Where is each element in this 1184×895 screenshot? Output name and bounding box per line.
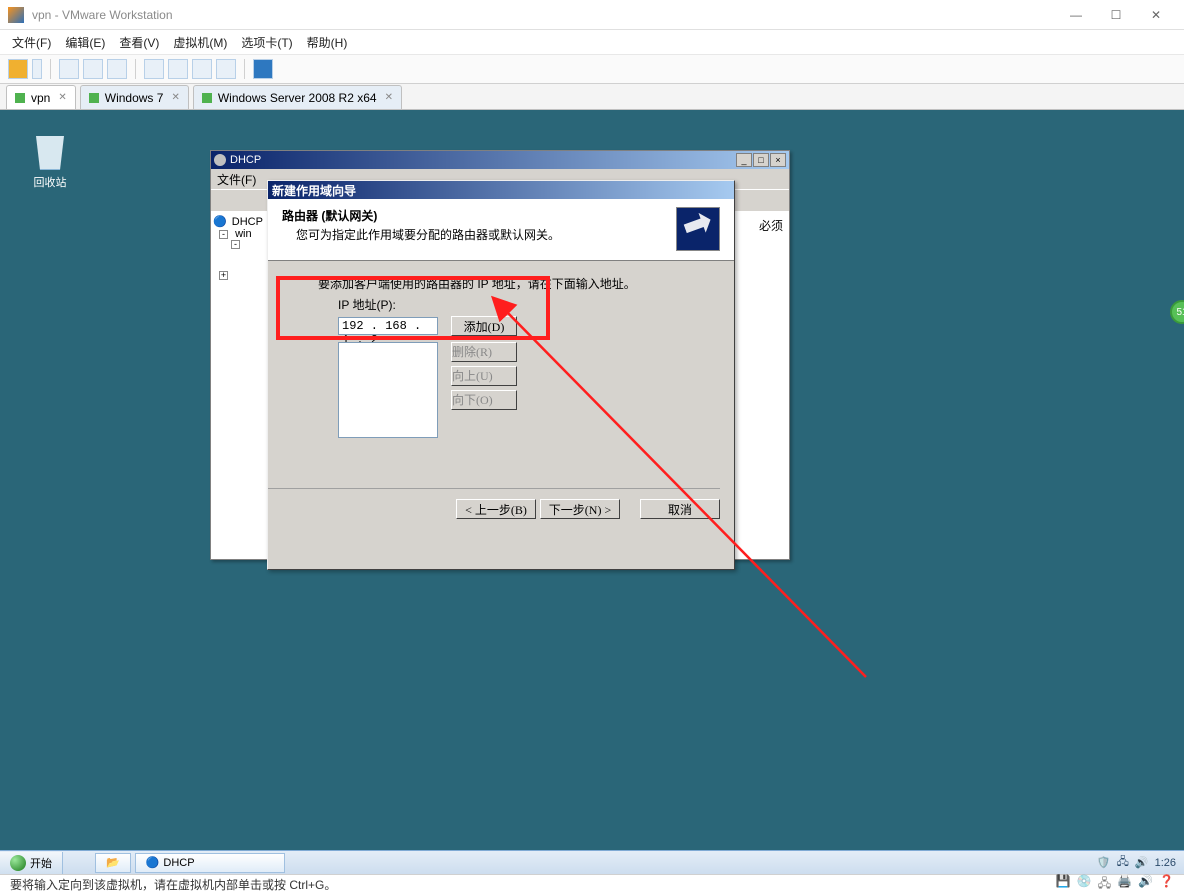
- annotation-highlight-box: [276, 276, 550, 340]
- vmware-status-text: 要将输入定向到该虚拟机，请在虚拟机内部单击或按 Ctrl+G。: [10, 876, 336, 893]
- vmware-titlebar: vpn - VMware Workstation — ☐ ✕: [0, 0, 1184, 30]
- status-device-icon[interactable]: 💿: [1077, 874, 1092, 895]
- maximize-button[interactable]: ☐: [1096, 0, 1136, 30]
- toolbar-separator: [50, 59, 51, 79]
- tree-node-server[interactable]: - win: [219, 228, 268, 240]
- toolbar-icon-7[interactable]: [216, 59, 236, 79]
- wizard-footer: < 上一步(B) 下一步(N) > 取消: [268, 488, 720, 519]
- vm-tab-vpn[interactable]: vpn ✕: [6, 85, 76, 109]
- vmware-logo-icon: [8, 7, 24, 23]
- vm-running-icon: [89, 93, 99, 103]
- recycle-bin-label: 回收站: [20, 174, 80, 190]
- toolbar-icon-1[interactable]: [59, 59, 79, 79]
- recycle-bin[interactable]: 回收站: [20, 130, 80, 190]
- menu-edit[interactable]: 编辑(E): [65, 34, 105, 51]
- move-down-button[interactable]: 向下(O): [451, 390, 517, 410]
- dhcp-window-controls: _ □ ×: [736, 153, 786, 167]
- tray-volume-icon[interactable]: 🔊: [1135, 856, 1149, 869]
- vm-running-icon: [15, 93, 25, 103]
- menu-file[interactable]: 文件(F): [12, 34, 51, 51]
- cancel-button[interactable]: 取消: [640, 499, 720, 519]
- toolbar-fullscreen-icon[interactable]: [253, 59, 273, 79]
- recycle-bin-icon: [30, 130, 70, 170]
- vmware-menubar: 文件(F) 编辑(E) 查看(V) 虚拟机(M) 选项卡(T) 帮助(H): [0, 30, 1184, 54]
- vm-tab-label: Windows Server 2008 R2 x64: [218, 91, 377, 105]
- guest-desktop[interactable]: 回收站 DHCP _ □ × 文件(F) 🔵 DHCP - win - + 必须: [0, 110, 1184, 874]
- minimize-button[interactable]: —: [1056, 0, 1096, 30]
- menu-vm[interactable]: 虚拟机(M): [173, 34, 227, 51]
- tree-node-label: win: [235, 228, 252, 240]
- toolbar-icon-2[interactable]: [83, 59, 103, 79]
- wizard-dialog[interactable]: 新建作用域向导 路由器 (默认网关) 您可为指定此作用域要分配的路由器或默认网关…: [267, 180, 735, 570]
- dhcp-right-text: 必须: [759, 217, 783, 234]
- toolbar-icon-6[interactable]: [192, 59, 212, 79]
- menu-help[interactable]: 帮助(H): [307, 34, 348, 51]
- vmware-toolbar: [0, 54, 1184, 84]
- vm-tab-ws2008[interactable]: Windows Server 2008 R2 x64 ✕: [193, 85, 402, 109]
- ip-list[interactable]: [338, 342, 438, 438]
- dhcp-maximize-button[interactable]: □: [753, 153, 769, 167]
- vmware-statusbar: 要将输入定向到该虚拟机，请在虚拟机内部单击或按 Ctrl+G。 💾 💿 🖧 🖨️…: [0, 874, 1184, 894]
- wizard-header: 路由器 (默认网关) 您可为指定此作用域要分配的路由器或默认网关。: [268, 199, 734, 261]
- toolbar-icon-4[interactable]: [144, 59, 164, 79]
- vm-tabs: vpn ✕ Windows 7 ✕ Windows Server 2008 R2…: [0, 84, 1184, 110]
- tree-node-dhcp[interactable]: 🔵 DHCP: [213, 215, 268, 228]
- tree-node-collapsed[interactable]: +: [219, 269, 268, 281]
- status-device-icon[interactable]: 🖧: [1098, 874, 1111, 895]
- status-device-icon[interactable]: 🖨️: [1117, 874, 1132, 895]
- move-up-button[interactable]: 向上(U): [451, 366, 517, 386]
- window-controls: — ☐ ✕: [1056, 0, 1176, 30]
- guest-taskbar[interactable]: 开始 📂 🔵 DHCP 🛡️ 🖧 🔊 1:26: [0, 850, 1184, 874]
- vmware-title: vpn - VMware Workstation: [32, 8, 1056, 22]
- tab-close-icon[interactable]: ✕: [58, 92, 66, 103]
- menu-tabs[interactable]: 选项卡(T): [241, 34, 292, 51]
- toolbar-power-icon[interactable]: [8, 59, 28, 79]
- dhcp-close-button[interactable]: ×: [770, 153, 786, 167]
- tray-icon[interactable]: 🛡️: [1097, 856, 1111, 869]
- dhcp-tree[interactable]: 🔵 DHCP - win - +: [211, 211, 271, 559]
- tree-node-child[interactable]: -: [231, 240, 268, 249]
- wizard-heading: 路由器 (默认网关): [282, 209, 377, 223]
- tab-close-icon[interactable]: ✕: [171, 92, 179, 103]
- tray-clock[interactable]: 1:26: [1155, 857, 1176, 869]
- toolbar-icon-3[interactable]: [107, 59, 127, 79]
- start-button[interactable]: 开始: [0, 852, 63, 874]
- dhcp-titlebar[interactable]: DHCP _ □ ×: [211, 151, 789, 169]
- wizard-header-icon: [676, 207, 720, 251]
- start-label: 开始: [30, 855, 52, 871]
- toolbar-dropdown-icon[interactable]: [32, 59, 42, 79]
- taskbar-app-label: DHCP: [163, 857, 194, 869]
- toolbar-icon-5[interactable]: [168, 59, 188, 79]
- vm-tab-win7[interactable]: Windows 7 ✕: [80, 85, 189, 109]
- menu-view[interactable]: 查看(V): [119, 34, 159, 51]
- start-orb-icon: [10, 855, 26, 871]
- taskbar-quicklaunch[interactable]: 📂: [95, 853, 131, 873]
- remove-button[interactable]: 删除(R): [451, 342, 517, 362]
- wizard-title[interactable]: 新建作用域向导: [268, 181, 734, 199]
- status-device-icon[interactable]: 🔊: [1138, 874, 1153, 895]
- tab-close-icon[interactable]: ✕: [385, 92, 393, 103]
- vm-tab-label: vpn: [31, 91, 50, 105]
- toolbar-separator: [135, 59, 136, 79]
- toolbar-separator: [244, 59, 245, 79]
- system-tray[interactable]: 🛡️ 🖧 🔊 1:26: [1089, 853, 1184, 872]
- dhcp-window-icon: [214, 154, 226, 166]
- dhcp-minimize-button[interactable]: _: [736, 153, 752, 167]
- status-device-icon[interactable]: 💾: [1056, 874, 1071, 895]
- taskbar-app-dhcp[interactable]: 🔵 DHCP: [135, 853, 285, 873]
- tray-network-icon[interactable]: 🖧: [1117, 853, 1129, 872]
- dhcp-menu-file[interactable]: 文件(F): [217, 171, 256, 188]
- dhcp-window-title: DHCP: [230, 154, 736, 166]
- wizard-subheading: 您可为指定此作用域要分配的路由器或默认网关。: [296, 226, 560, 243]
- tree-node-label: DHCP: [232, 216, 263, 228]
- vm-tab-label: Windows 7: [105, 91, 164, 105]
- vm-running-icon: [202, 93, 212, 103]
- close-button[interactable]: ✕: [1136, 0, 1176, 30]
- next-button[interactable]: 下一步(N) >: [540, 499, 620, 519]
- back-button[interactable]: < 上一步(B): [456, 499, 536, 519]
- status-help-icon[interactable]: ❓: [1159, 874, 1174, 895]
